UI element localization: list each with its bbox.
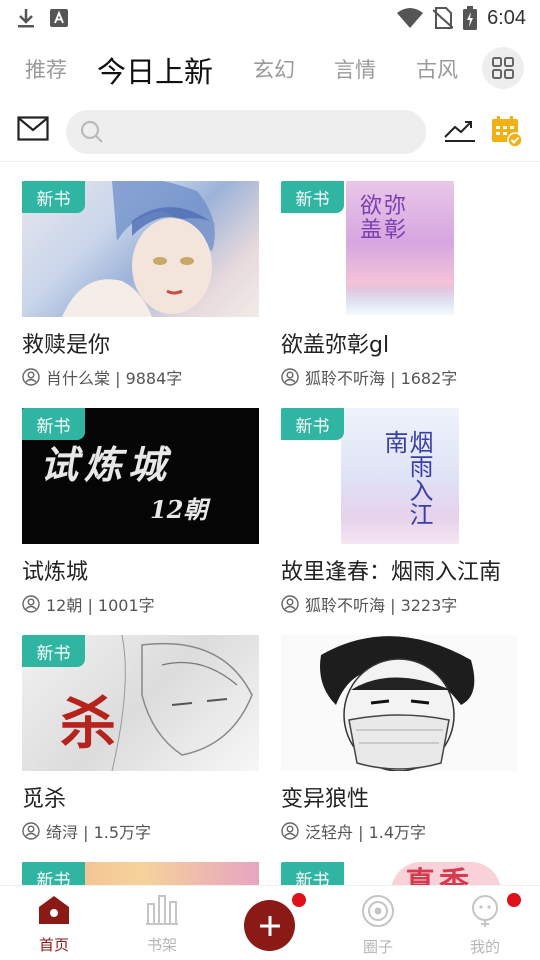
wifi-icon xyxy=(397,8,424,28)
book-meta: 狐聆不听海 | 1682字 xyxy=(281,365,521,389)
battery-icon xyxy=(463,6,478,30)
book-card[interactable]: 欲弥盖彰 新书 欲盖弥彰gl 狐聆不听海 | 1682字 xyxy=(281,181,521,389)
book-meta: 狐聆不听海 | 3223字 xyxy=(281,592,521,616)
book-title[interactable]: 觅杀 xyxy=(22,781,262,813)
cover-art: 烟雨入江南 xyxy=(341,408,459,544)
bookshelf-icon xyxy=(146,895,178,925)
book-card-partial[interactable]: 真香 新书 xyxy=(281,862,521,885)
nav-label: 我的 xyxy=(469,938,500,956)
notification-dot xyxy=(507,893,521,907)
download-icon xyxy=(18,9,34,28)
book-title[interactable]: 故里逢春：烟雨入江南 xyxy=(281,554,521,586)
grid-icon xyxy=(492,57,514,79)
author-icon xyxy=(281,368,299,386)
ranking-trend-icon[interactable] xyxy=(444,118,476,142)
book-cover[interactable]: 新书 xyxy=(22,181,259,317)
category-tabs: 推荐 今日上新 玄幻 言情 古风 xyxy=(0,44,540,96)
tab-fantasy[interactable]: 玄幻 xyxy=(253,54,295,84)
book-author-words: 泛轻舟 | 1.4万字 xyxy=(305,823,427,842)
book-cover[interactable]: 试炼城 12朝 新书 xyxy=(22,408,259,544)
no-sim-icon xyxy=(433,7,454,29)
new-book-badge: 新书 xyxy=(281,862,344,885)
book-author-words: 狐聆不听海 | 1682字 xyxy=(305,369,458,388)
tab-recommend[interactable]: 推荐 xyxy=(25,54,67,84)
cover-author-text: 12朝 xyxy=(150,495,208,524)
search-input[interactable] xyxy=(114,110,414,154)
author-icon xyxy=(281,595,299,613)
nav-profile[interactable]: 我的 xyxy=(455,894,515,957)
book-card[interactable]: 烟雨入江南 新书 故里逢春：烟雨入江南 狐聆不听海 | 3223字 xyxy=(281,408,521,616)
author-icon xyxy=(22,595,40,613)
book-card[interactable]: 杀 新书 觅杀 绮浔 | 1.5万字 xyxy=(22,635,262,843)
nav-home[interactable]: 首页 xyxy=(24,894,84,955)
tab-ancient[interactable]: 古风 xyxy=(416,54,458,84)
book-title[interactable]: 变异狼性 xyxy=(281,781,521,813)
bottom-nav: 首页 书架 圈子 我的 xyxy=(0,885,540,960)
status-time: 6:04 xyxy=(487,6,526,29)
book-card[interactable]: 新书 救赎是你 肖什么棠 | 9884字 xyxy=(22,181,262,389)
profile-icon xyxy=(472,895,498,927)
new-book-badge: 新书 xyxy=(22,181,85,213)
tab-romance[interactable]: 言情 xyxy=(334,54,376,84)
book-cover[interactable]: 烟雨入江南 新书 xyxy=(281,408,518,544)
author-icon xyxy=(22,368,40,386)
book-meta: 12朝 | 1001字 xyxy=(22,592,262,616)
book-author-words: 肖什么棠 | 9884字 xyxy=(46,369,183,388)
cover-title-text: 杀 xyxy=(60,691,116,757)
author-icon xyxy=(22,822,40,840)
book-meta: 绮浔 | 1.5万字 xyxy=(22,819,262,843)
tab-new-today[interactable]: 今日上新 xyxy=(97,49,213,91)
cover-title-text: 欲弥盖彰 xyxy=(360,194,409,243)
nav-circle[interactable]: 圈子 xyxy=(348,894,408,957)
new-book-badge: 新书 xyxy=(281,181,344,213)
book-card[interactable]: 试炼城 12朝 新书 试炼城 12朝 | 1001字 xyxy=(22,408,262,616)
book-cover[interactable] xyxy=(281,635,518,771)
author-icon xyxy=(281,822,299,840)
create-button[interactable] xyxy=(244,900,295,951)
book-meta: 泛轻舟 | 1.4万字 xyxy=(281,819,521,843)
book-title[interactable]: 救赎是你 xyxy=(22,327,262,359)
new-book-badge: 新书 xyxy=(281,408,344,440)
cover-title-text: 烟雨入江南 xyxy=(380,430,433,526)
nav-label: 书架 xyxy=(146,936,177,954)
header-divider xyxy=(0,161,540,162)
book-cover[interactable]: 新书 xyxy=(22,862,259,885)
cover-title-text: 真香 xyxy=(405,866,473,885)
plus-icon xyxy=(259,915,280,936)
cover-illustration xyxy=(320,636,475,771)
book-cover[interactable]: 杀 新书 xyxy=(22,635,259,771)
status-bar: 6:04 xyxy=(0,0,540,36)
new-book-badge: 新书 xyxy=(22,862,85,885)
book-author-words: 12朝 | 1001字 xyxy=(46,596,155,615)
book-title[interactable]: 欲盖弥彰gl xyxy=(281,327,521,359)
new-book-badge: 新书 xyxy=(22,408,85,440)
new-book-badge: 新书 xyxy=(22,635,85,667)
book-author-words: 绮浔 | 1.5万字 xyxy=(46,823,152,842)
notification-dot xyxy=(292,893,306,907)
book-meta: 肖什么棠 | 9884字 xyxy=(22,365,262,389)
book-card[interactable]: 变异狼性 泛轻舟 | 1.4万字 xyxy=(281,635,521,843)
circle-target-icon xyxy=(362,895,394,927)
book-card-partial[interactable]: 新书 xyxy=(22,862,262,885)
home-icon xyxy=(39,896,69,924)
cover-title-text: 试炼城 xyxy=(40,442,173,487)
nav-label: 圈子 xyxy=(362,938,393,956)
app-notification-icon xyxy=(50,9,68,27)
search-row xyxy=(0,104,540,160)
search-icon xyxy=(80,120,103,143)
book-title[interactable]: 试炼城 xyxy=(22,554,262,586)
checkin-calendar-icon[interactable] xyxy=(490,114,524,148)
book-author-words: 狐聆不听海 | 3223字 xyxy=(305,596,458,615)
nav-label: 首页 xyxy=(38,936,69,954)
cover-art: 欲弥盖彰 xyxy=(346,181,454,317)
nav-bookshelf[interactable]: 书架 xyxy=(132,894,192,955)
category-grid-button[interactable] xyxy=(482,47,524,89)
book-cover[interactable]: 真香 新书 xyxy=(281,862,518,885)
search-bar[interactable] xyxy=(66,110,426,154)
book-cover[interactable]: 欲弥盖彰 新书 xyxy=(281,181,518,317)
mail-icon[interactable] xyxy=(17,116,49,142)
